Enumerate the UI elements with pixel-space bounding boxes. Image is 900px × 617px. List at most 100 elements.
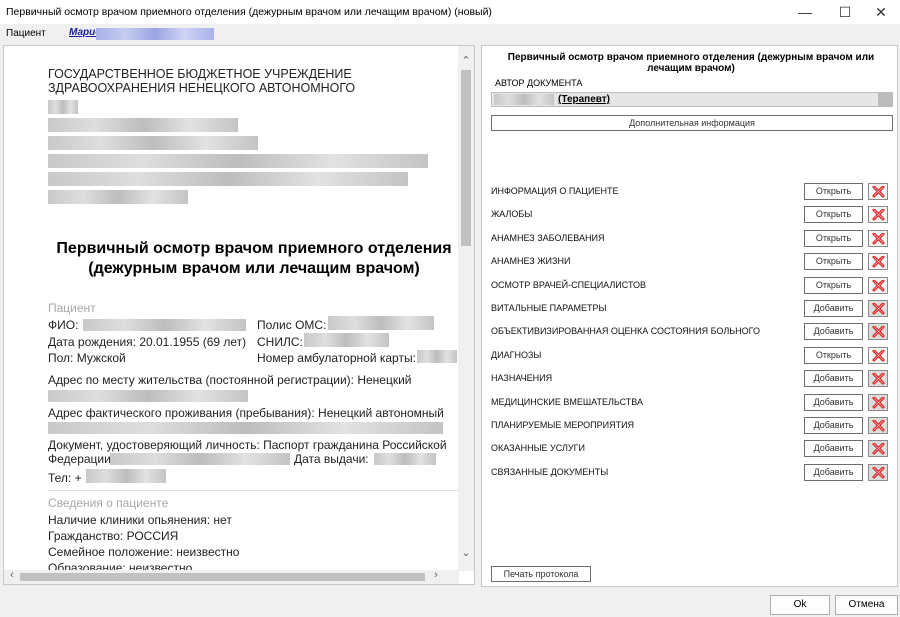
delete-section-button[interactable] xyxy=(868,206,888,223)
delete-section-button[interactable] xyxy=(868,230,888,247)
document-title: Первичный осмотр врачом приемного отделе… xyxy=(56,240,452,277)
vertical-scrollbar[interactable]: ⌃ ⌄ xyxy=(458,46,474,571)
section-label: СВЯЗАННЫЕ ДОКУМЕНТЫ xyxy=(491,467,609,477)
snils-redacted xyxy=(304,333,389,347)
card-redacted xyxy=(417,350,457,363)
info-section-heading: Сведения о пациенте xyxy=(48,496,169,510)
author-dropdown-button[interactable] xyxy=(878,93,892,106)
patient-name-redacted xyxy=(96,28,214,40)
section-label: ОКАЗАННЫЕ УСЛУГИ xyxy=(491,443,585,453)
patient-bar: Пациент Марио xyxy=(0,24,900,44)
family-status-text: Семейное положение: неизвестно xyxy=(48,545,240,559)
citizenship-text: Гражданство: РОССИЯ xyxy=(48,529,179,543)
card-label: Номер амбулаторной карты: xyxy=(257,351,416,365)
delete-icon xyxy=(872,303,885,315)
section-action-button[interactable]: Открыть xyxy=(804,347,863,364)
delete-section-button[interactable] xyxy=(868,253,888,270)
author-role[interactable]: (Терапевт) xyxy=(558,94,610,105)
scroll-left-icon[interactable]: ‹ xyxy=(4,569,20,583)
section-action-button[interactable]: Открыть xyxy=(804,230,863,247)
delete-section-button[interactable] xyxy=(868,370,888,387)
delete-icon xyxy=(872,467,885,479)
ok-button[interactable]: Ok xyxy=(770,595,830,615)
section-label: ВИТАЛЬНЫЕ ПАРАМЕТРЫ xyxy=(491,303,607,313)
fio-redacted xyxy=(83,319,246,331)
delete-section-button[interactable] xyxy=(868,277,888,294)
title-bar: Первичный осмотр врачом приемного отделе… xyxy=(0,0,900,24)
scroll-right-icon[interactable]: › xyxy=(428,569,444,583)
patient-label: Пациент xyxy=(6,28,46,39)
delete-icon xyxy=(872,326,885,338)
additional-info-button[interactable]: Дополнительная информация xyxy=(491,115,893,131)
maximize-icon[interactable]: ☐ xyxy=(830,2,860,22)
delete-icon xyxy=(872,256,885,268)
print-protocol-button[interactable]: Печать протокола xyxy=(491,566,591,582)
fio-label: ФИО: xyxy=(48,318,79,332)
sections-panel: Первичный осмотр врачом приемного отделе… xyxy=(481,45,898,587)
delete-section-button[interactable] xyxy=(868,300,888,317)
horizontal-scrollbar[interactable]: ‹ › xyxy=(4,569,459,584)
delete-section-button[interactable] xyxy=(868,417,888,434)
cancel-button[interactable]: Отмена xyxy=(835,595,898,615)
registration-address: Адрес по месту жительства (постоянной ре… xyxy=(48,373,412,387)
actual-address: Адрес фактического проживания (пребывани… xyxy=(48,406,444,420)
delete-section-button[interactable] xyxy=(868,183,888,200)
delete-icon xyxy=(872,373,885,385)
delete-section-button[interactable] xyxy=(868,323,888,340)
delete-icon xyxy=(872,420,885,432)
section-label: ОСМОТР ВРАЧЕЙ-СПЕЦИАЛИСТОВ xyxy=(491,280,647,290)
document-preview[interactable]: ГОСУДАРСТВЕННОЕ БЮДЖЕТНОЕ УЧРЕЖДЕНИЕ ЗДР… xyxy=(3,45,475,585)
sex-text: Пол: Мужской xyxy=(48,351,126,365)
panel-title: Первичный осмотр врачом приемного отделе… xyxy=(507,52,875,74)
section-action-button[interactable]: Добавить xyxy=(804,464,863,481)
identity-document: Документ, удостоверяющий личность: Паспо… xyxy=(48,438,447,452)
vertical-scroll-thumb[interactable] xyxy=(461,70,471,246)
organization-details-redacted xyxy=(48,96,428,211)
issue-date-redacted xyxy=(374,453,436,465)
snils-label: СНИЛС: xyxy=(257,335,303,349)
scroll-down-icon[interactable]: ⌄ xyxy=(458,546,474,562)
delete-section-button[interactable] xyxy=(868,394,888,411)
delete-section-button[interactable] xyxy=(868,464,888,481)
delete-section-button[interactable] xyxy=(868,440,888,457)
section-action-button[interactable]: Открыть xyxy=(804,206,863,223)
section-action-button[interactable]: Добавить xyxy=(804,323,863,340)
issue-date-label: Дата выдачи: xyxy=(294,452,369,466)
section-action-button[interactable]: Открыть xyxy=(804,277,863,294)
close-icon[interactable]: ✕ xyxy=(866,2,896,22)
section-label: ИНФОРМАЦИЯ О ПАЦИЕНТЕ xyxy=(491,186,619,196)
intoxication-text: Наличие клиники опьянения: нет xyxy=(48,513,232,527)
delete-icon xyxy=(872,186,885,198)
delete-icon xyxy=(872,209,885,221)
section-action-button[interactable]: Добавить xyxy=(804,394,863,411)
polis-redacted xyxy=(328,316,434,330)
delete-icon xyxy=(872,350,885,362)
dob-text: Дата рождения: 20.01.1955 (69 лет) xyxy=(48,335,247,349)
federation-text: Федерации xyxy=(48,452,111,466)
section-divider xyxy=(48,490,459,491)
actual-address-redacted xyxy=(48,422,443,434)
author-field[interactable]: (Терапевт) xyxy=(491,92,893,107)
section-label: ПЛАНИРУЕМЫЕ МЕРОПРИЯТИЯ xyxy=(491,420,635,430)
polis-label: Полис ОМС: xyxy=(257,318,327,332)
organization-name: ГОСУДАРСТВЕННОЕ БЮДЖЕТНОЕ УЧРЕЖДЕНИЕ ЗДР… xyxy=(48,67,356,95)
patient-section-heading: Пациент xyxy=(48,301,96,315)
section-action-button[interactable]: Открыть xyxy=(804,183,863,200)
section-label: АНАМНЕЗ ЗАБОЛЕВАНИЯ xyxy=(491,233,605,243)
horizontal-scroll-thumb[interactable] xyxy=(20,573,425,581)
passport-redacted xyxy=(110,453,290,465)
registration-address-redacted xyxy=(48,390,248,402)
author-label: АВТОР ДОКУМЕНТА xyxy=(495,78,583,88)
section-label: МЕДИЦИНСКИЕ ВМЕШАТЕЛЬСТВА xyxy=(491,397,643,407)
section-action-button[interactable]: Добавить xyxy=(804,370,863,387)
section-action-button[interactable]: Добавить xyxy=(804,300,863,317)
section-action-button[interactable]: Открыть xyxy=(804,253,863,270)
minimize-icon[interactable]: — xyxy=(790,2,820,22)
delete-section-button[interactable] xyxy=(868,347,888,364)
section-action-button[interactable]: Добавить xyxy=(804,417,863,434)
section-action-button[interactable]: Добавить xyxy=(804,440,863,457)
section-label: ОБЪЕКТИВИЗИРОВАННАЯ ОЦЕНКА СОСТОЯНИЯ БОЛ… xyxy=(491,326,760,336)
scroll-up-icon[interactable]: ⌃ xyxy=(458,54,474,70)
phone-redacted xyxy=(86,469,166,483)
delete-icon xyxy=(872,280,885,292)
